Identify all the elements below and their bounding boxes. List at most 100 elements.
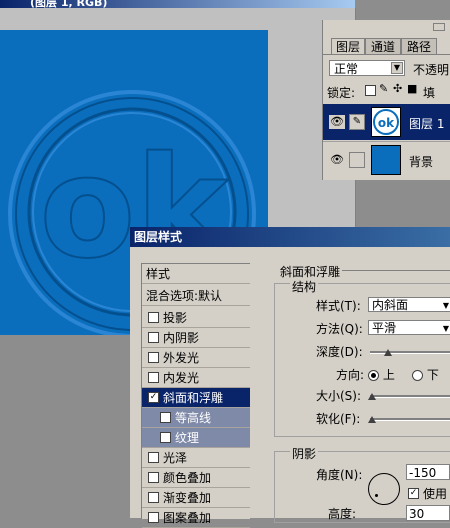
lock-transparency-icon[interactable]: [365, 85, 376, 96]
style-item[interactable]: 纹理: [142, 428, 250, 448]
list-header-styles[interactable]: 样式: [142, 264, 250, 284]
style-item-label: 颜色叠加: [163, 471, 212, 485]
style-checkbox[interactable]: ✓: [148, 392, 159, 403]
visibility-eye-icon[interactable]: 👁: [329, 115, 345, 129]
depth-slider-handle[interactable]: [384, 349, 392, 356]
divider: [342, 270, 450, 271]
style-checkbox[interactable]: [148, 452, 159, 463]
lock-move-icon[interactable]: ✣: [393, 82, 402, 95]
opacity-label: 不透明: [413, 63, 450, 77]
style-select[interactable]: 内斜面 ▼: [368, 297, 450, 312]
layers-panel: 图层 通道 路径 正常 ▼ 不透明 锁定: ✎ ✣ ■ 填 👁 ✎ ok 图层 …: [322, 20, 450, 180]
style-item[interactable]: 颜色叠加: [142, 468, 250, 488]
blend-mode-value: 正常: [334, 62, 359, 76]
style-item-label: 投影: [163, 311, 188, 325]
link-box[interactable]: [349, 152, 365, 168]
method-label: 方法(Q):: [316, 322, 363, 336]
radio-down[interactable]: [412, 370, 423, 381]
style-item-label: 图案叠加: [163, 511, 212, 525]
angle-dial[interactable]: [368, 473, 400, 505]
angle-label: 角度(N):: [316, 468, 363, 482]
chevron-down-icon: ▼: [442, 324, 449, 333]
size-slider-handle[interactable]: [368, 393, 376, 400]
lock-brush-icon[interactable]: ✎: [379, 82, 388, 95]
style-checkbox[interactable]: [160, 412, 171, 423]
style-checkbox[interactable]: [148, 472, 159, 483]
layer-row-layer1[interactable]: 👁 ✎ ok 图层 1: [323, 104, 450, 140]
style-value: 内斜面: [372, 298, 409, 312]
size-slider-track[interactable]: [370, 395, 450, 398]
fill-label: 填: [423, 86, 436, 100]
use-global-label: 使用: [423, 487, 448, 501]
style-item[interactable]: ✓ 斜面和浮雕: [142, 388, 250, 408]
style-item[interactable]: 图案叠加: [142, 508, 250, 528]
layer-name: 背景: [409, 155, 434, 169]
style-item[interactable]: 投影: [142, 308, 250, 328]
style-item-label: 渐变叠加: [163, 491, 212, 505]
lock-all-icon[interactable]: ■: [407, 82, 417, 95]
layer-row-background[interactable]: 👁 背景: [323, 141, 450, 178]
style-checkbox[interactable]: [148, 312, 159, 323]
style-checkbox[interactable]: [148, 492, 159, 503]
chevron-down-icon: ▼: [442, 301, 449, 310]
blending-options[interactable]: 混合选项:默认: [142, 286, 250, 306]
tab-channels[interactable]: 通道: [365, 38, 401, 55]
depth-label: 深度(D):: [316, 345, 363, 359]
size-label: 大小(S):: [316, 389, 362, 403]
style-item-label: 内阴影: [163, 331, 200, 345]
style-item[interactable]: 等高线: [142, 408, 250, 428]
style-item[interactable]: 内阴影: [142, 328, 250, 348]
tab-layers[interactable]: 图层: [331, 38, 365, 55]
style-item-label: 斜面和浮雕: [163, 391, 224, 405]
direction-up-option[interactable]: 上: [368, 366, 395, 383]
document-title-bar[interactable]: (图层 1, RGB): [0, 0, 355, 8]
layer-style-dialog: 图层样式 样式 混合选项:默认 投影内阴影外发光内发光 ✓ 斜面和浮雕等高线纹理光泽…: [130, 227, 450, 528]
soften-label: 软化(F):: [316, 412, 361, 426]
style-item[interactable]: 内发光: [142, 368, 250, 388]
style-label: 样式(T):: [316, 299, 361, 313]
style-item-label: 内发光: [163, 371, 200, 385]
direction-label: 方向:: [336, 368, 365, 382]
radio-up[interactable]: [368, 370, 379, 381]
altitude-label: 高度:: [328, 507, 357, 521]
svg-text:ok: ok: [378, 116, 395, 130]
use-global-checkbox[interactable]: ✓: [408, 488, 419, 499]
visibility-eye-icon[interactable]: 👁: [329, 153, 345, 167]
style-item[interactable]: 渐变叠加: [142, 488, 250, 508]
style-checkbox[interactable]: [148, 372, 159, 383]
structure-title: 结构: [290, 278, 319, 295]
brush-icon[interactable]: ✎: [349, 114, 365, 130]
document-title: (图层 1, RGB): [30, 0, 108, 8]
panel-close-icon[interactable]: [433, 23, 445, 31]
soften-slider-handle[interactable]: [368, 416, 376, 423]
style-checkbox[interactable]: [148, 332, 159, 343]
dir-down-label: 下: [426, 368, 439, 382]
angle-input[interactable]: -150: [406, 464, 450, 480]
layer-thumbnail: ok: [371, 107, 401, 137]
method-select[interactable]: 平滑 ▼: [368, 320, 450, 335]
style-item[interactable]: 光泽: [142, 448, 250, 468]
divider: [323, 54, 450, 55]
tab-paths[interactable]: 路径: [401, 38, 437, 55]
angle-dial-marker: [375, 494, 378, 497]
chevron-down-icon: ▼: [391, 62, 403, 74]
method-value: 平滑: [372, 321, 397, 335]
style-item[interactable]: 外发光: [142, 348, 250, 368]
use-global-light[interactable]: ✓ 使用: [408, 485, 447, 502]
dir-up-label: 上: [382, 368, 395, 382]
depth-slider-track[interactable]: [370, 351, 450, 354]
direction-down-option[interactable]: 下: [412, 366, 439, 383]
style-item-label: 光泽: [163, 451, 188, 465]
layer-thumbnail: [371, 145, 401, 175]
shading-title: 阴影: [290, 445, 319, 462]
dialog-title[interactable]: 图层样式: [130, 227, 450, 247]
style-checkbox[interactable]: [160, 432, 171, 443]
lock-label: 锁定:: [327, 86, 356, 100]
layer-name: 图层 1: [409, 117, 445, 131]
style-item-label: 外发光: [163, 351, 200, 365]
style-item-label: 等高线: [175, 411, 212, 425]
blend-mode-select[interactable]: 正常 ▼: [329, 60, 405, 76]
soften-slider-track[interactable]: [370, 418, 450, 421]
style-checkbox[interactable]: [148, 352, 159, 363]
altitude-input[interactable]: 30: [406, 505, 450, 521]
